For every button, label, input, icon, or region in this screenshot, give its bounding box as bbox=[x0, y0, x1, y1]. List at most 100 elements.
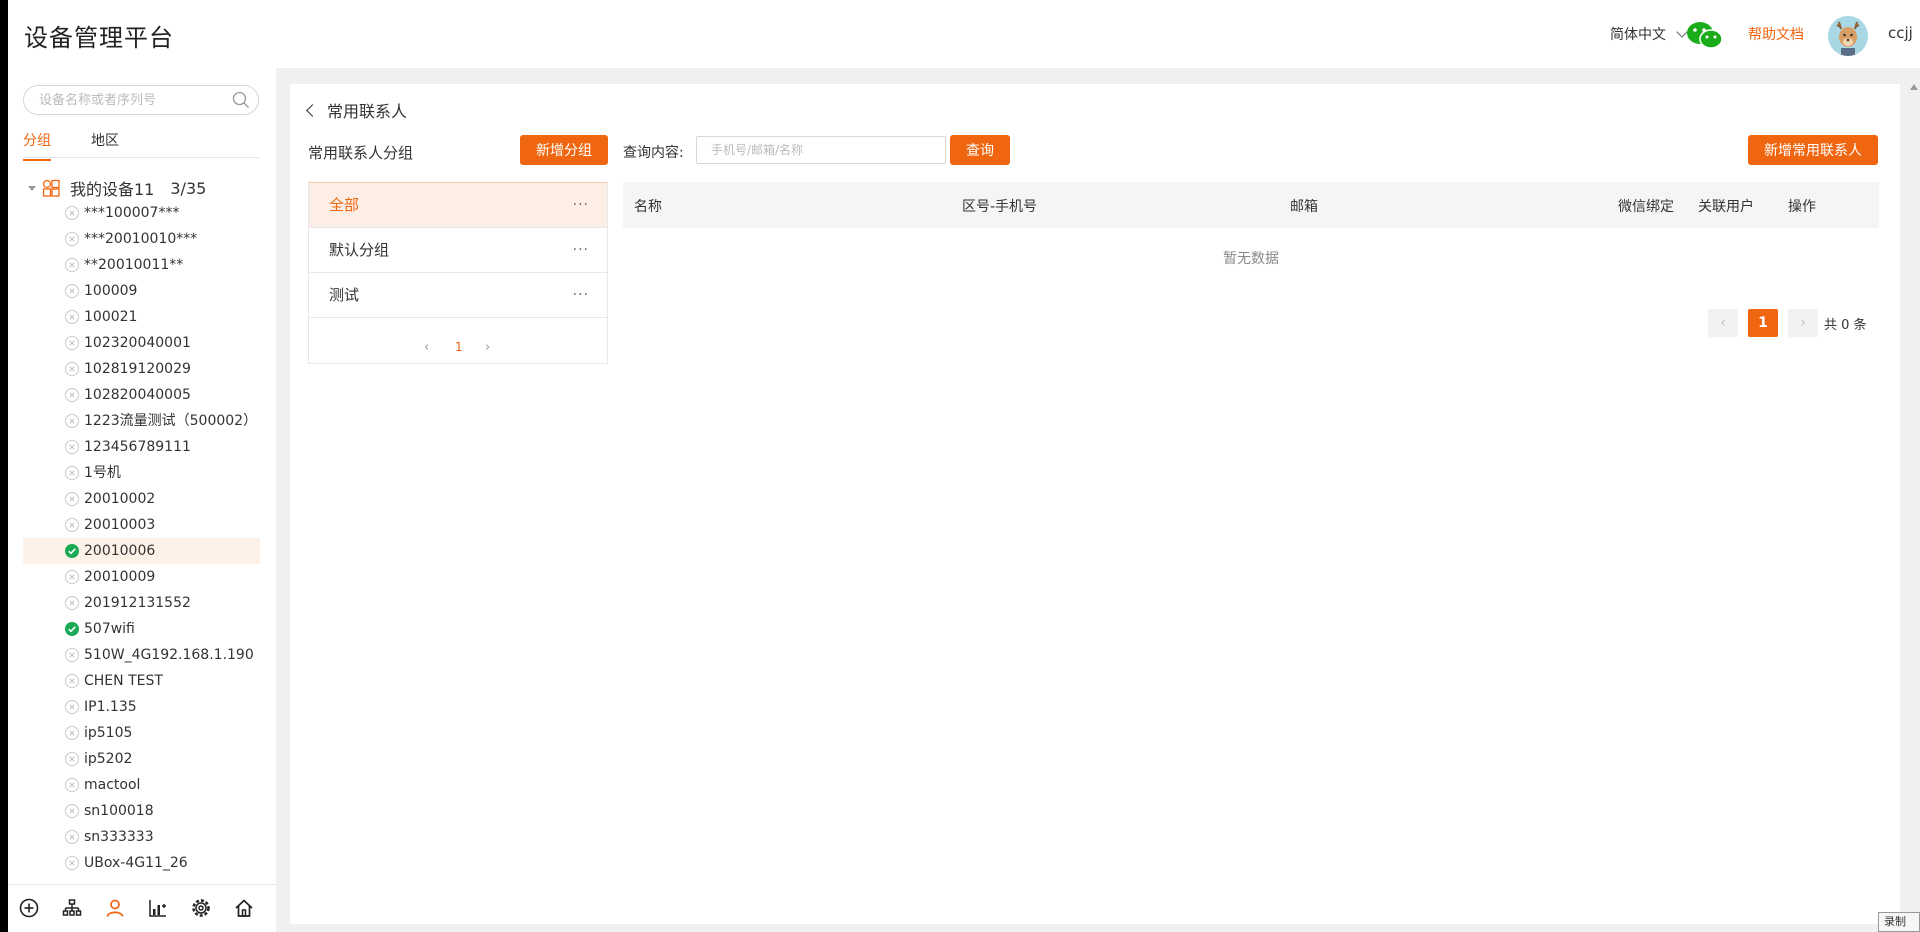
device-item[interactable]: ip5202 bbox=[23, 746, 260, 772]
back-breadcrumb[interactable]: 常用联系人 bbox=[306, 98, 408, 122]
device-label: 1223流量测试（500002） bbox=[84, 413, 258, 429]
device-list: ***100007*** ***20010010*** **20010011** 10… bbox=[23, 200, 260, 876]
username[interactable]: ccjj bbox=[1888, 24, 1913, 42]
query-label: 查询内容: bbox=[623, 145, 684, 161]
offline-x-icon bbox=[65, 206, 79, 220]
device-item[interactable]: CHEN TEST bbox=[23, 668, 260, 694]
tree-root-label: 我的设备11 bbox=[70, 180, 155, 199]
query-input[interactable] bbox=[696, 136, 946, 164]
device-item[interactable]: ***20010010*** bbox=[23, 226, 260, 252]
offline-x-icon bbox=[65, 362, 79, 376]
device-item[interactable]: 102820040005 bbox=[23, 382, 260, 408]
query-button[interactable]: 查询 bbox=[950, 135, 1010, 165]
prev-page-button[interactable]: ‹ bbox=[1708, 309, 1738, 337]
wechat-icon[interactable] bbox=[1685, 20, 1725, 50]
device-search-input[interactable] bbox=[39, 86, 229, 114]
offline-x-icon bbox=[65, 284, 79, 298]
device-item[interactable]: 507wifi bbox=[23, 616, 260, 642]
offline-x-icon bbox=[65, 414, 79, 428]
group-item-label: 全部 bbox=[329, 196, 360, 214]
page-scrollbar[interactable] bbox=[1906, 84, 1920, 924]
more-icon[interactable]: ··· bbox=[573, 228, 589, 272]
home-icon[interactable] bbox=[233, 897, 255, 919]
device-item[interactable]: ***100007*** bbox=[23, 200, 260, 226]
group-panel-title: 常用联系人分组 bbox=[308, 144, 414, 162]
column-header-name: 名称 bbox=[634, 199, 662, 215]
record-badge[interactable]: 录制 bbox=[1878, 912, 1920, 932]
device-item[interactable]: 100021 bbox=[23, 304, 260, 330]
device-label: 20010009 bbox=[84, 569, 156, 585]
offline-x-icon bbox=[65, 232, 79, 246]
device-label: 123456789111 bbox=[84, 439, 191, 455]
device-item[interactable]: IP1.135 bbox=[23, 694, 260, 720]
column-header-email: 邮箱 bbox=[1290, 199, 1318, 215]
add-contact-button[interactable]: 新增常用联系人 bbox=[1748, 135, 1878, 165]
group-item-all[interactable]: 全部 ··· bbox=[309, 182, 607, 227]
group-page-number[interactable]: 1 bbox=[455, 340, 463, 354]
online-check-icon bbox=[65, 544, 79, 558]
device-item[interactable]: 20010002 bbox=[23, 486, 260, 512]
offline-x-icon bbox=[65, 726, 79, 740]
device-label: CHEN TEST bbox=[84, 673, 163, 689]
tree-root-my-devices[interactable]: 我的设备11 3/35 bbox=[28, 176, 206, 200]
settings-gear-icon[interactable] bbox=[190, 897, 212, 919]
device-label: sn100018 bbox=[84, 803, 154, 819]
tab-region[interactable]: 地区 bbox=[91, 130, 119, 150]
device-item[interactable]: mactool bbox=[23, 772, 260, 798]
next-page-button[interactable]: › bbox=[1788, 309, 1818, 337]
current-page-button[interactable]: 1 bbox=[1748, 309, 1778, 337]
device-item[interactable]: 123456789111 bbox=[23, 434, 260, 460]
user-icon[interactable] bbox=[104, 897, 126, 919]
device-item[interactable]: 102320040001 bbox=[23, 330, 260, 356]
sidebar-bottom-toolbar bbox=[8, 884, 276, 932]
more-icon[interactable]: ··· bbox=[573, 183, 589, 227]
contact-group-list: 全部 ··· 默认分组 ··· 测试 ··· ‹ 1 › bbox=[308, 182, 608, 364]
offline-x-icon bbox=[65, 596, 79, 610]
language-label: 简体中文 bbox=[1610, 27, 1666, 43]
device-item[interactable]: 102819120029 bbox=[23, 356, 260, 382]
more-icon[interactable]: ··· bbox=[573, 273, 589, 317]
scroll-up-icon[interactable] bbox=[1910, 84, 1918, 90]
add-group-button[interactable]: 新增分组 bbox=[520, 135, 608, 165]
offline-x-icon bbox=[65, 492, 79, 506]
device-label: UBox-4G11_26 bbox=[84, 855, 188, 871]
chevron-left-icon[interactable] bbox=[306, 103, 319, 117]
help-docs-link[interactable]: 帮助文档 bbox=[1748, 24, 1804, 44]
device-item[interactable]: **20010011** bbox=[23, 252, 260, 278]
sidebar-tabs: 分组 地区 bbox=[23, 126, 260, 161]
page-title: 常用联系人 bbox=[327, 102, 408, 121]
device-item[interactable]: 201912131552 bbox=[23, 590, 260, 616]
tab-group[interactable]: 分组 bbox=[23, 130, 51, 161]
device-item[interactable]: UBox-4G11_26 bbox=[23, 850, 260, 876]
offline-x-icon bbox=[65, 310, 79, 324]
offline-x-icon bbox=[65, 700, 79, 714]
online-check-icon bbox=[65, 622, 79, 636]
device-label: 20010006 bbox=[84, 543, 156, 559]
device-item[interactable]: ip5105 bbox=[23, 720, 260, 746]
device-item[interactable]: 100009 bbox=[23, 278, 260, 304]
language-selector[interactable]: 简体中文 bbox=[1610, 24, 1688, 44]
chevron-right-icon[interactable]: › bbox=[485, 340, 490, 355]
device-label: **20010011** bbox=[84, 257, 184, 273]
device-item[interactable]: sn100018 bbox=[23, 798, 260, 824]
device-item[interactable]: 1号机 bbox=[23, 460, 260, 486]
device-item[interactable]: 20010003 bbox=[23, 512, 260, 538]
device-item[interactable]: sn333333 bbox=[23, 824, 260, 850]
search-icon[interactable] bbox=[232, 91, 250, 109]
device-item[interactable]: 20010006 bbox=[23, 538, 260, 564]
device-item[interactable]: 20010009 bbox=[23, 564, 260, 590]
user-avatar[interactable] bbox=[1828, 16, 1868, 56]
device-item[interactable]: 510W_4G192.168.1.190 bbox=[23, 642, 260, 668]
empty-state: 暂无数据 bbox=[1223, 251, 1279, 267]
offline-x-icon bbox=[65, 830, 79, 844]
chevron-left-icon[interactable]: ‹ bbox=[424, 340, 429, 355]
device-item[interactable]: 1223流量测试（500002） bbox=[23, 408, 260, 434]
chart-icon[interactable] bbox=[147, 897, 169, 919]
caret-down-icon[interactable] bbox=[28, 185, 36, 191]
contacts-table: 名称 区号-手机号 邮箱 微信绑定 关联用户 操作 暂无数据 bbox=[623, 182, 1879, 268]
group-item-test[interactable]: 测试 ··· bbox=[309, 272, 607, 317]
device-label: 102320040001 bbox=[84, 335, 191, 351]
org-tree-icon[interactable] bbox=[61, 897, 83, 919]
add-circle-icon[interactable] bbox=[18, 897, 40, 919]
group-item-default[interactable]: 默认分组 ··· bbox=[309, 227, 607, 272]
